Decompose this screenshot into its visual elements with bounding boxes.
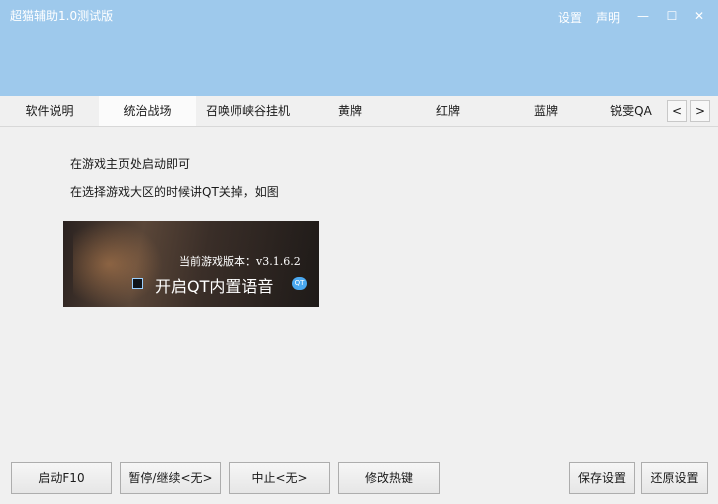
tab-bar: 软件说明 统治战场 召唤师峡谷挂机 黄牌 红牌 蓝牌 锐雯QA < > bbox=[0, 96, 718, 127]
tab-dominion[interactable]: 统治战场 bbox=[99, 96, 196, 126]
stop-button[interactable]: 中止<无> bbox=[229, 462, 330, 494]
tab-content: 在游戏主页处启动即可 在选择游戏大区的时候讲QT关掉，如图 当前游戏版本：v3.… bbox=[0, 127, 718, 453]
tab-software-info[interactable]: 软件说明 bbox=[0, 96, 99, 126]
edit-hotkey-button[interactable]: 修改热键 bbox=[338, 462, 440, 494]
instruction-line-2: 在选择游戏大区的时候讲QT关掉，如图 bbox=[70, 185, 279, 199]
maximize-icon[interactable]: ☐ bbox=[662, 6, 682, 26]
qt-icon: QT bbox=[292, 277, 307, 290]
tab-yellow-card[interactable]: 黄牌 bbox=[300, 96, 400, 126]
qt-voice-checkbox bbox=[132, 278, 143, 289]
qt-voice-screenshot: 当前游戏版本：v3.1.6.2 开启QT内置语音 QT bbox=[63, 221, 319, 307]
tab-scroll-right-icon[interactable]: > bbox=[690, 100, 710, 122]
minimize-icon[interactable]: — bbox=[633, 6, 653, 26]
restore-settings-button[interactable]: 还原设置 bbox=[641, 462, 708, 494]
statement-link[interactable]: 声明 bbox=[596, 9, 620, 26]
pause-resume-button[interactable]: 暂停/继续<无> bbox=[120, 462, 221, 494]
title-bar: 超猫辅助1.0测试版 设置 声明 — ☐ ✕ bbox=[0, 0, 718, 96]
save-settings-button[interactable]: 保存设置 bbox=[569, 462, 635, 494]
tab-red-card[interactable]: 红牌 bbox=[400, 96, 496, 126]
settings-link[interactable]: 设置 bbox=[558, 9, 582, 26]
tab-riven-qa[interactable]: 锐雯QA bbox=[596, 96, 666, 126]
game-version-label: 当前游戏版本：v3.1.6.2 bbox=[179, 255, 301, 268]
tab-summoners-rift-afk[interactable]: 召唤师峡谷挂机 bbox=[196, 96, 300, 126]
close-icon[interactable]: ✕ bbox=[689, 6, 709, 26]
app-title: 超猫辅助1.0测试版 bbox=[10, 9, 114, 23]
preview-background-art bbox=[73, 221, 163, 307]
start-button[interactable]: 启动F10 bbox=[11, 462, 112, 494]
qt-voice-label: 开启QT内置语音 bbox=[155, 277, 274, 296]
tab-scroll-left-icon[interactable]: < bbox=[667, 100, 687, 122]
instruction-line-1: 在游戏主页处启动即可 bbox=[70, 157, 191, 171]
tab-blue-card[interactable]: 蓝牌 bbox=[496, 96, 596, 126]
